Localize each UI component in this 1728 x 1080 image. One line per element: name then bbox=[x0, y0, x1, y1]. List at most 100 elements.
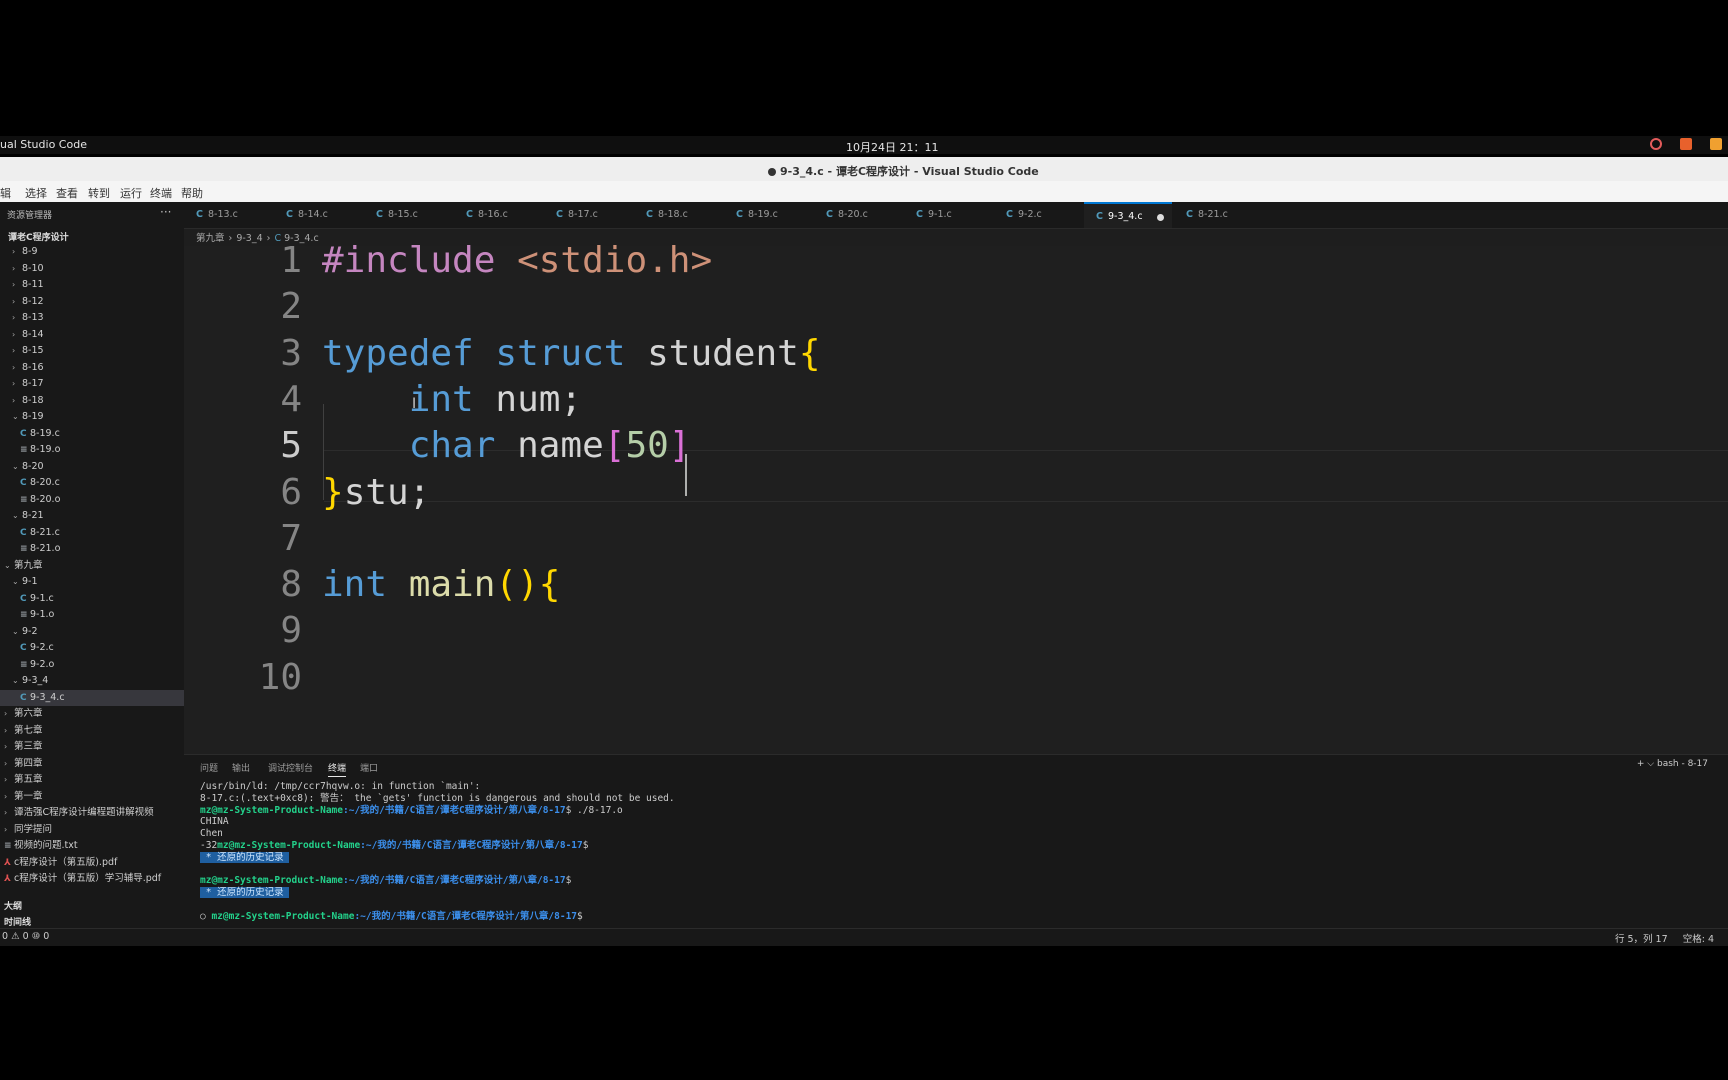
code-line[interactable]: int num; bbox=[322, 379, 582, 420]
tree-item[interactable]: › 8-18 bbox=[0, 393, 44, 409]
terminal-text: $ bbox=[582, 839, 589, 851]
cursor-position[interactable]: 行 5，列 17 bbox=[1615, 934, 1668, 945]
tree-item[interactable]: ⌄ 9-1 bbox=[0, 574, 38, 590]
tree-item[interactable]: › 8-17 bbox=[0, 376, 44, 392]
tab-8-13.c[interactable]: C 8-13.c bbox=[184, 202, 272, 228]
tree-item[interactable]: ⌄ 8-20 bbox=[0, 459, 44, 475]
tree-item[interactable]: › 8-13 bbox=[0, 310, 44, 326]
tree-item[interactable]: ≡ 8-21.o bbox=[0, 541, 60, 557]
tab-8-16.c[interactable]: C 8-16.c bbox=[454, 202, 542, 228]
c-file-icon: C bbox=[20, 593, 27, 604]
os-active-app-name[interactable]: ual Studio Code bbox=[0, 138, 87, 151]
panel-tab[interactable]: 终端 bbox=[328, 761, 347, 777]
menu-item[interactable]: 转到 bbox=[88, 185, 110, 201]
tab-8-21.c[interactable]: C 8-21.c bbox=[1174, 202, 1262, 228]
tree-item[interactable]: › 8-11 bbox=[0, 277, 44, 293]
tab-8-14.c[interactable]: C 8-14.c bbox=[274, 202, 362, 228]
tree-item[interactable]: › 第一章 bbox=[0, 789, 43, 805]
terminal-text: Chen bbox=[200, 828, 223, 840]
tab-9-2.c[interactable]: C 9-2.c bbox=[994, 202, 1082, 228]
code-token: num; bbox=[495, 378, 583, 420]
tree-item[interactable]: C 8-20.c bbox=[0, 475, 60, 491]
line-number: 2 bbox=[280, 286, 302, 328]
tree-item[interactable]: ⌄ 9-2 bbox=[0, 624, 38, 640]
panel-tab[interactable]: 输出 bbox=[232, 761, 250, 774]
tree-item[interactable]: ≡ 8-19.o bbox=[0, 442, 60, 458]
tree-item[interactable]: ≡ 9-2.o bbox=[0, 657, 54, 673]
tree-item[interactable]: › 8-10 bbox=[0, 261, 44, 277]
os-clock[interactable]: 10月24日 21：11 bbox=[846, 139, 939, 155]
tree-item[interactable]: › 第五章 bbox=[0, 772, 43, 788]
tree-item[interactable]: › 第七章 bbox=[0, 723, 43, 739]
tab-8-18.c[interactable]: C 8-18.c bbox=[634, 202, 722, 228]
tree-item[interactable]: ≡ 视频的问题.txt bbox=[0, 838, 78, 854]
tab-9-3_4.c[interactable]: C 9-3_4.c bbox=[1084, 202, 1172, 228]
menu-item[interactable]: 帮助 bbox=[181, 185, 203, 201]
tree-item[interactable]: C 8-21.c bbox=[0, 525, 60, 541]
mouse-ibeam-icon: I bbox=[412, 396, 417, 412]
code-line[interactable]: #include <stdio.h> bbox=[322, 240, 712, 281]
panel-tab[interactable]: 问题 bbox=[200, 761, 218, 774]
tree-item[interactable]: › 8-15 bbox=[0, 343, 44, 359]
tree-item[interactable]: C 9-3_4.c bbox=[0, 689, 204, 706]
code-token: [ bbox=[603, 425, 626, 467]
tree-item-label: 同学提问 bbox=[14, 823, 53, 835]
tree-item[interactable]: C 9-2.c bbox=[0, 640, 54, 656]
tree-item[interactable]: ⌄ 9-3_4 bbox=[0, 673, 48, 689]
code-line[interactable]: char name[50] bbox=[322, 425, 691, 466]
tree-item[interactable]: › 第三章 bbox=[0, 739, 43, 755]
tree-item[interactable]: › 8-16 bbox=[0, 360, 44, 376]
tree-item-label: 9-1.o bbox=[30, 609, 55, 620]
tree-item[interactable]: ⅄ c程序设计（第五版）学习辅导.pdf bbox=[0, 871, 161, 887]
tree-item[interactable]: › 第六章 bbox=[0, 706, 43, 722]
tree-item[interactable]: C 8-19.c bbox=[0, 426, 60, 442]
terminal-output[interactable]: /usr/bin/ld: /tmp/ccr7hqvw.o: in functio… bbox=[200, 781, 675, 923]
tray-chrome-icon[interactable] bbox=[1650, 138, 1662, 150]
tray-app-icon[interactable] bbox=[1680, 138, 1692, 150]
tab-8-17.c[interactable]: C 8-17.c bbox=[544, 202, 632, 228]
menu-item[interactable]: 辑 bbox=[0, 185, 11, 201]
tree-item[interactable]: ⌄ 8-19 bbox=[0, 409, 44, 425]
chevron-right-icon: › bbox=[12, 362, 16, 372]
menu-item[interactable]: 查看 bbox=[56, 185, 78, 201]
tab-8-20.c[interactable]: C 8-20.c bbox=[814, 202, 902, 228]
tree-item[interactable]: ⌄ 8-21 bbox=[0, 508, 44, 524]
tab-8-15.c[interactable]: C 8-15.c bbox=[364, 202, 452, 228]
tree-item[interactable]: ≡ 8-20.o bbox=[0, 492, 60, 508]
tree-item[interactable]: ⌄ 第九章 bbox=[0, 558, 43, 574]
tree-item-label: 8-18 bbox=[22, 394, 44, 406]
terminal-actions[interactable]: + ⌵ bash - 8-17 bbox=[1637, 759, 1708, 769]
terminal-line: CHINA bbox=[200, 816, 675, 828]
timeline-section[interactable]: 时间线 bbox=[4, 915, 31, 928]
menu-item[interactable]: 运行 bbox=[120, 185, 142, 201]
tab-8-19.c[interactable]: C 8-19.c bbox=[724, 202, 812, 228]
panel-tab[interactable]: 端口 bbox=[360, 761, 378, 774]
tree-item[interactable]: › 8-14 bbox=[0, 327, 44, 343]
tree-item[interactable]: C 9-1.c bbox=[0, 591, 54, 607]
indentation-setting[interactable]: 空格: 4 bbox=[1683, 934, 1714, 945]
more-actions-icon[interactable]: ··· bbox=[160, 205, 171, 219]
tree-item[interactable]: ≡ 9-1.o bbox=[0, 607, 54, 623]
menu-item[interactable]: 终端 bbox=[150, 185, 172, 201]
workspace-root-folder[interactable]: 谭老C程序设计 bbox=[8, 230, 69, 243]
menu-item[interactable]: 选择 bbox=[25, 185, 47, 201]
tree-item[interactable]: › 8-9 bbox=[0, 244, 38, 260]
chevron-right-icon: › bbox=[12, 296, 16, 306]
tree-item[interactable]: › 谭浩强C程序设计编程题讲解视频 bbox=[0, 805, 154, 821]
code-line[interactable]: }stu; bbox=[322, 472, 430, 513]
tree-item[interactable]: › 第四章 bbox=[0, 756, 43, 772]
code-line[interactable]: typedef struct student{ bbox=[322, 333, 821, 374]
text-file-icon: ≡ bbox=[4, 841, 12, 851]
code-editor[interactable]: 1 2 3 4 5 6 7 8 9 10 #include <stdio.h> typedef st… bbox=[184, 240, 1728, 754]
tree-item[interactable]: › 同学提问 bbox=[0, 822, 52, 838]
outline-section[interactable]: 大纲 bbox=[4, 899, 22, 912]
problems-status[interactable]: 0 ⚠ 0 ⑩ 0 bbox=[2, 931, 49, 942]
unsaved-dot-icon[interactable] bbox=[1157, 214, 1164, 221]
panel-tab[interactable]: 调试控制台 bbox=[268, 761, 313, 774]
chevron-right-icon: › bbox=[4, 725, 8, 735]
tab-9-1.c[interactable]: C 9-1.c bbox=[904, 202, 992, 228]
tree-item[interactable]: › 8-12 bbox=[0, 294, 44, 310]
tree-item[interactable]: ⅄ c程序设计（第五版).pdf bbox=[0, 855, 117, 871]
code-line[interactable]: int main(){ bbox=[322, 564, 560, 605]
tray-notification-icon[interactable] bbox=[1710, 138, 1722, 150]
